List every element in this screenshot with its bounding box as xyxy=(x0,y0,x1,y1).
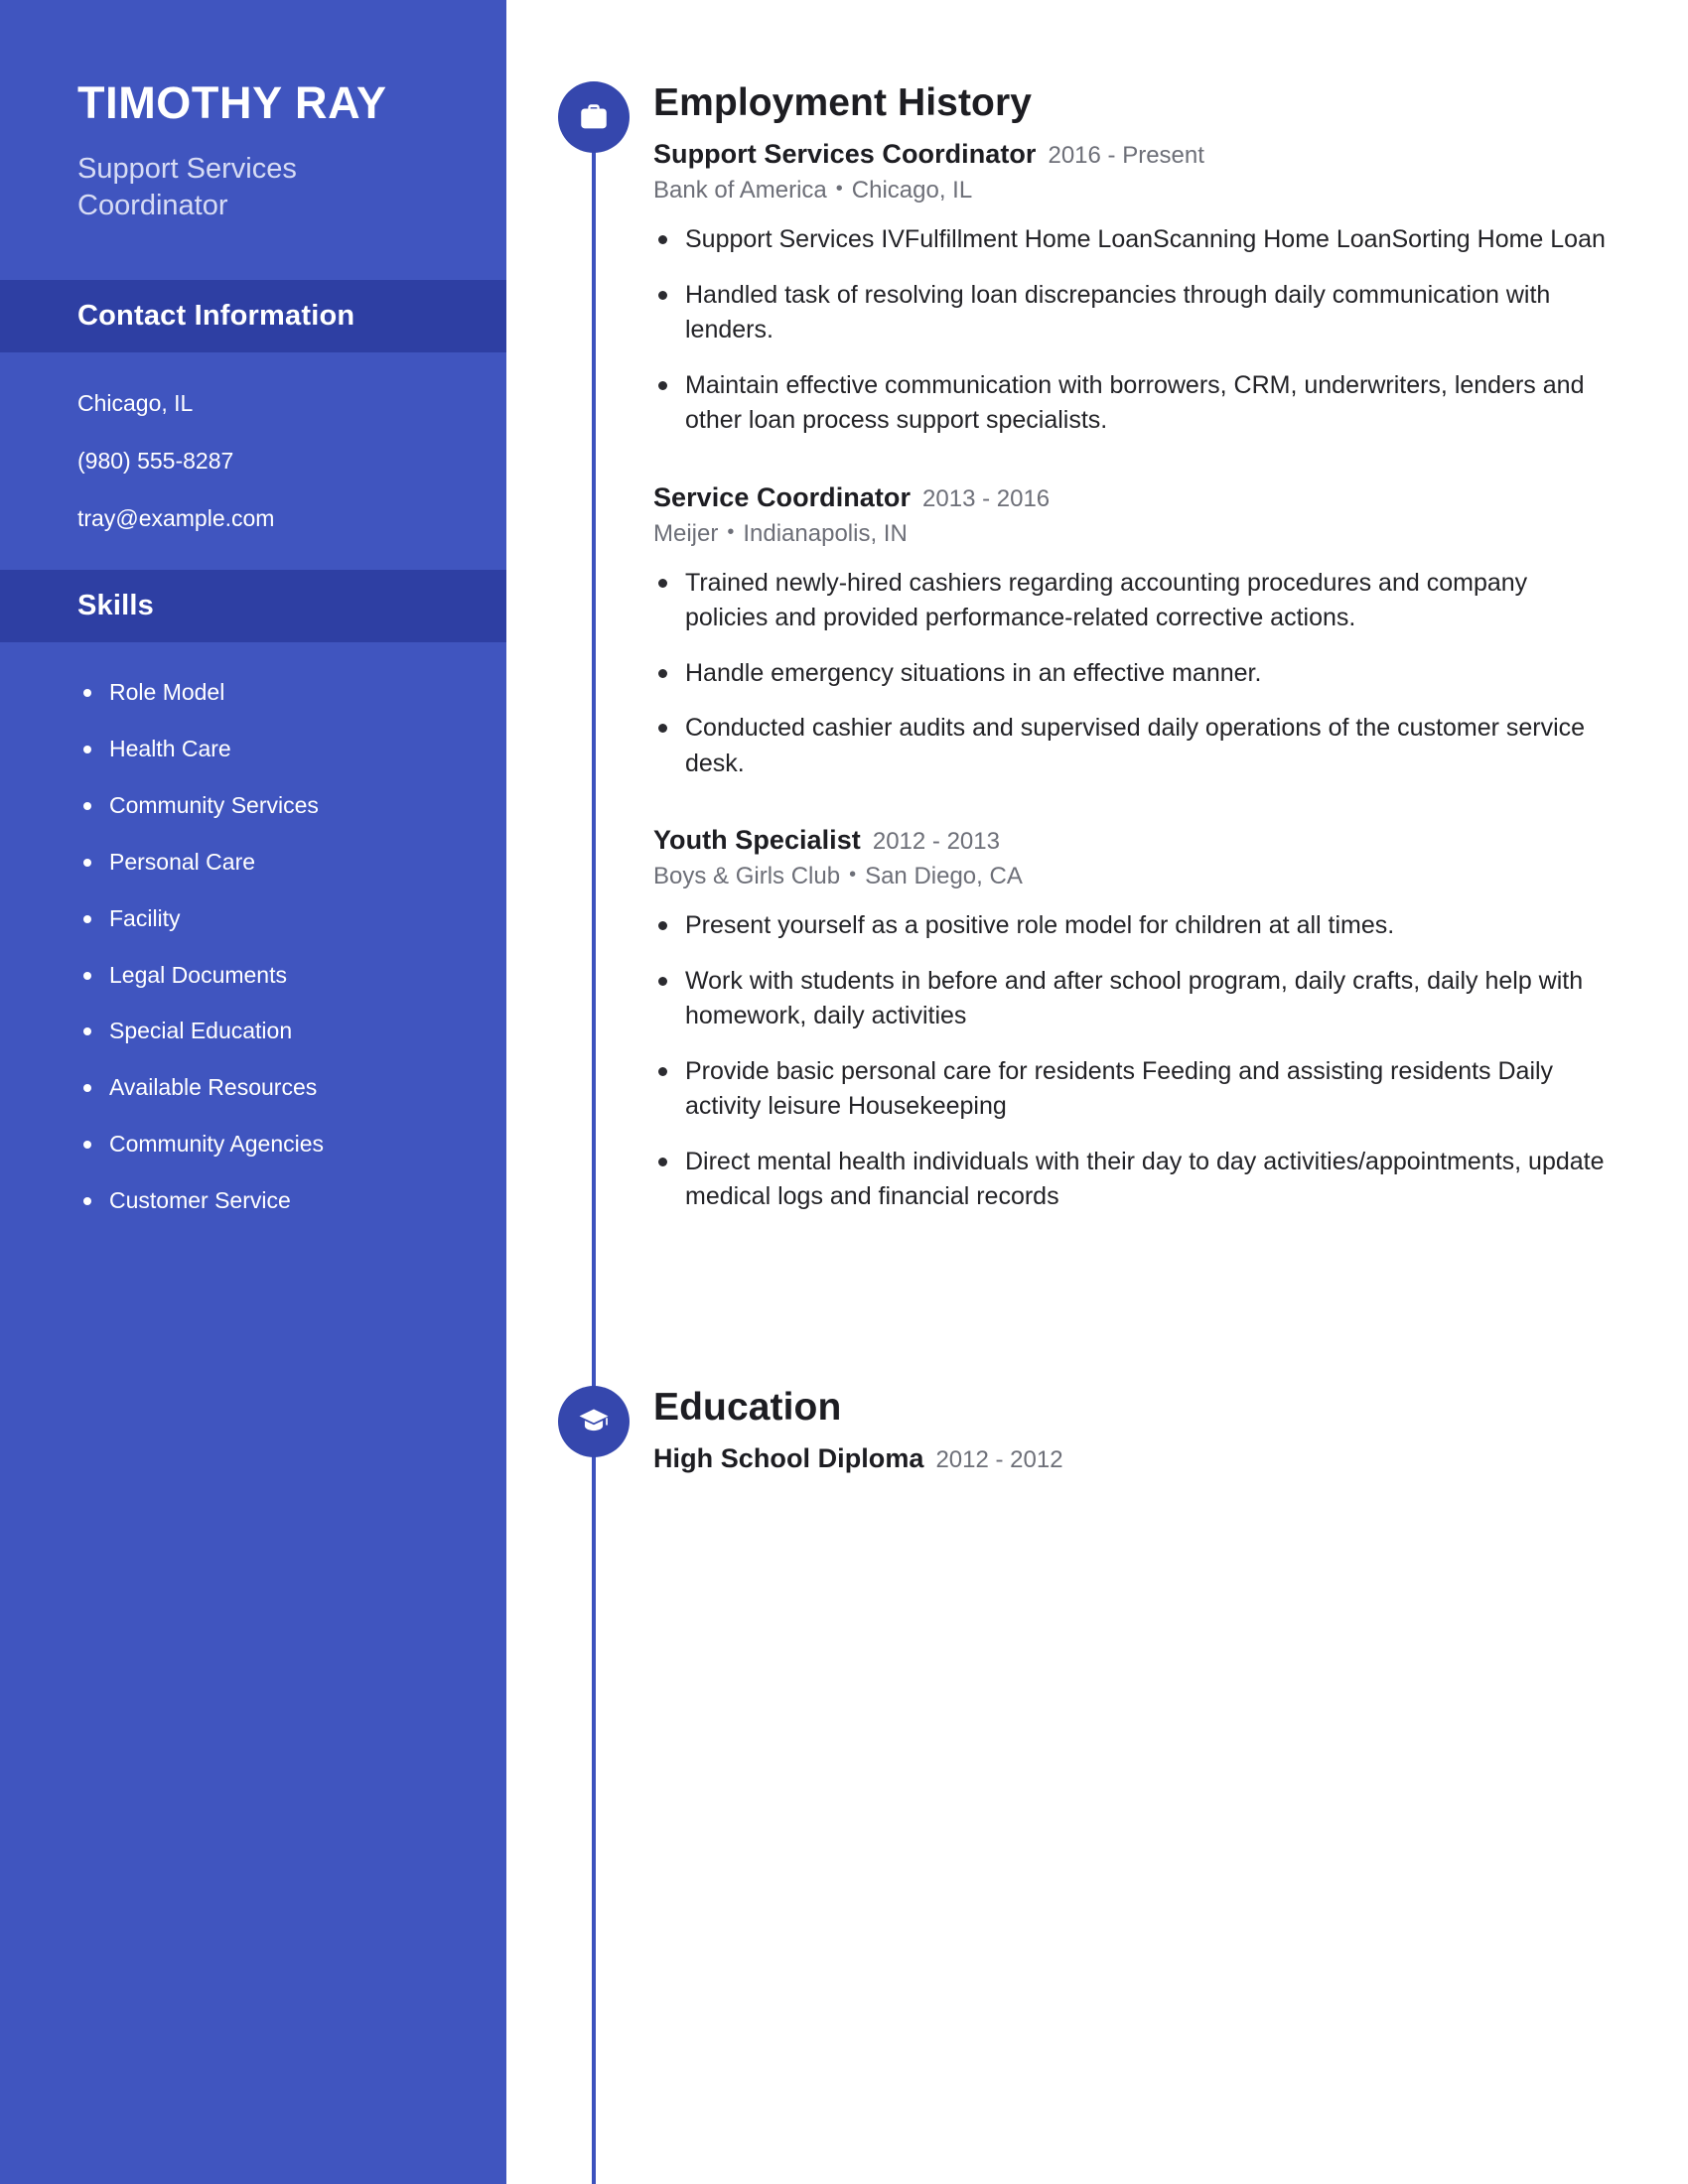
meta-separator: • xyxy=(727,520,735,543)
employment-entry: Support Services Coordinator 2016 - Pres… xyxy=(653,139,1607,439)
section-employment-history: Employment History Support Services Coor… xyxy=(653,81,1607,1215)
timeline-rail xyxy=(592,117,596,2184)
entry-company: Boys & Girls Club xyxy=(653,863,841,889)
entry-meta: Meijer • Indianapolis, IN xyxy=(653,520,1607,548)
entry-bullets: Trained newly-hired cashiers regarding a… xyxy=(653,566,1607,782)
sidebar: TIMOTHY RAY Support Services Coordinator… xyxy=(0,0,506,2184)
meta-separator: • xyxy=(835,178,843,200)
entry-location: Chicago, IL xyxy=(851,177,973,204)
list-item: Direct mental health individuals with th… xyxy=(653,1145,1607,1215)
list-item: Community Agencies xyxy=(77,1130,506,1160)
entry-headline: Service Coordinator 2013 - 2016 xyxy=(653,482,1607,513)
entry-location: Indianapolis, IN xyxy=(743,519,908,547)
list-item: Health Care xyxy=(77,735,506,764)
list-item: Community Services xyxy=(77,791,506,821)
entry-headline: Youth Specialist 2012 - 2013 xyxy=(653,825,1607,856)
entry-role: Youth Specialist xyxy=(653,825,861,855)
entry-role: Support Services Coordinator xyxy=(653,139,1037,169)
entry-bullets: Support Services IVFulfillment Home Loan… xyxy=(653,222,1607,439)
entry-location: San Diego, CA xyxy=(865,863,1023,889)
entry-dates: 2013 - 2016 xyxy=(922,484,1051,512)
education-entry: High School Diploma 2012 - 2012 xyxy=(653,1443,1607,1474)
candidate-headline: Support Services Coordinator xyxy=(77,152,297,221)
entry-headline: High School Diploma 2012 - 2012 xyxy=(653,1443,1607,1474)
list-item: Handled task of resolving loan discrepan… xyxy=(653,278,1607,348)
list-item: Work with students in before and after s… xyxy=(653,964,1607,1034)
graduation-cap-icon xyxy=(558,1386,630,1457)
employment-entry: Service Coordinator 2013 - 2016 Meijer • I… xyxy=(653,482,1607,782)
list-item: Personal Care xyxy=(77,848,506,878)
entry-bullets: Present yourself as a positive role mode… xyxy=(653,908,1607,1215)
skills-list: Role Model Health Care Community Service… xyxy=(77,678,506,1216)
sidebar-section-header-contact: Contact Information xyxy=(0,279,506,352)
entry-degree: High School Diploma xyxy=(653,1443,924,1473)
list-item: Handle emergency situations in an effect… xyxy=(653,656,1607,692)
list-item: Conducted cashier audits and supervised … xyxy=(653,711,1607,781)
meta-separator: • xyxy=(849,864,857,886)
list-item: Legal Documents xyxy=(77,961,506,991)
sidebar-section-body-skills: Role Model Health Care Community Service… xyxy=(0,642,506,1252)
list-item: Role Model xyxy=(77,678,506,708)
list-item: Facility xyxy=(77,904,506,934)
employment-entry: Youth Specialist 2012 - 2013 Boys & Girl… xyxy=(653,825,1607,1215)
entry-dates: 2012 - 2013 xyxy=(872,828,1000,855)
entry-company: Meijer xyxy=(653,519,719,547)
list-item: Present yourself as a positive role mode… xyxy=(653,908,1607,944)
entry-meta: Boys & Girls Club • San Diego, CA xyxy=(653,863,1607,890)
section-education: Education High School Diploma 2012 - 201… xyxy=(653,1386,1607,1481)
entry-headline: Support Services Coordinator 2016 - Pres… xyxy=(653,139,1607,170)
contact-email: tray@example.com xyxy=(77,505,275,532)
entry-meta: Bank of America • Chicago, IL xyxy=(653,177,1607,205)
sidebar-section-title-skills: Skills xyxy=(77,590,154,622)
entry-dates: 2016 - Present xyxy=(1048,142,1204,169)
page-title-education: Education xyxy=(653,1386,842,1429)
sidebar-section-body-contact: Chicago, IL (980) 555-8287 tray@example.… xyxy=(0,352,506,570)
sidebar-section-title-contact: Contact Information xyxy=(77,299,355,332)
list-item: Available Resources xyxy=(77,1073,506,1103)
resume-page: TIMOTHY RAY Support Services Coordinator… xyxy=(0,0,1688,2184)
list-item: Provide basic personal care for resident… xyxy=(653,1054,1607,1125)
list-item: Customer Service xyxy=(77,1186,506,1216)
entry-role: Service Coordinator xyxy=(653,481,912,512)
entry-dates: 2012 - 2012 xyxy=(935,1446,1063,1473)
contact-location: Chicago, IL xyxy=(77,389,194,416)
list-item: Special Education xyxy=(77,1017,506,1046)
list-item: Trained newly-hired cashiers regarding a… xyxy=(653,566,1607,636)
identity-block: TIMOTHY RAY Support Services Coordinator xyxy=(0,0,506,280)
entry-company: Bank of America xyxy=(653,177,827,204)
briefcase-icon xyxy=(558,81,630,153)
list-item: Support Services IVFulfillment Home Loan… xyxy=(653,222,1607,258)
page-title-employment: Employment History xyxy=(653,81,1033,124)
candidate-name: TIMOTHY RAY xyxy=(77,77,387,128)
sidebar-section-header-skills: Skills xyxy=(0,570,506,643)
contact-phone: (980) 555-8287 xyxy=(77,448,234,475)
list-item: Maintain effective communication with bo… xyxy=(653,368,1607,439)
